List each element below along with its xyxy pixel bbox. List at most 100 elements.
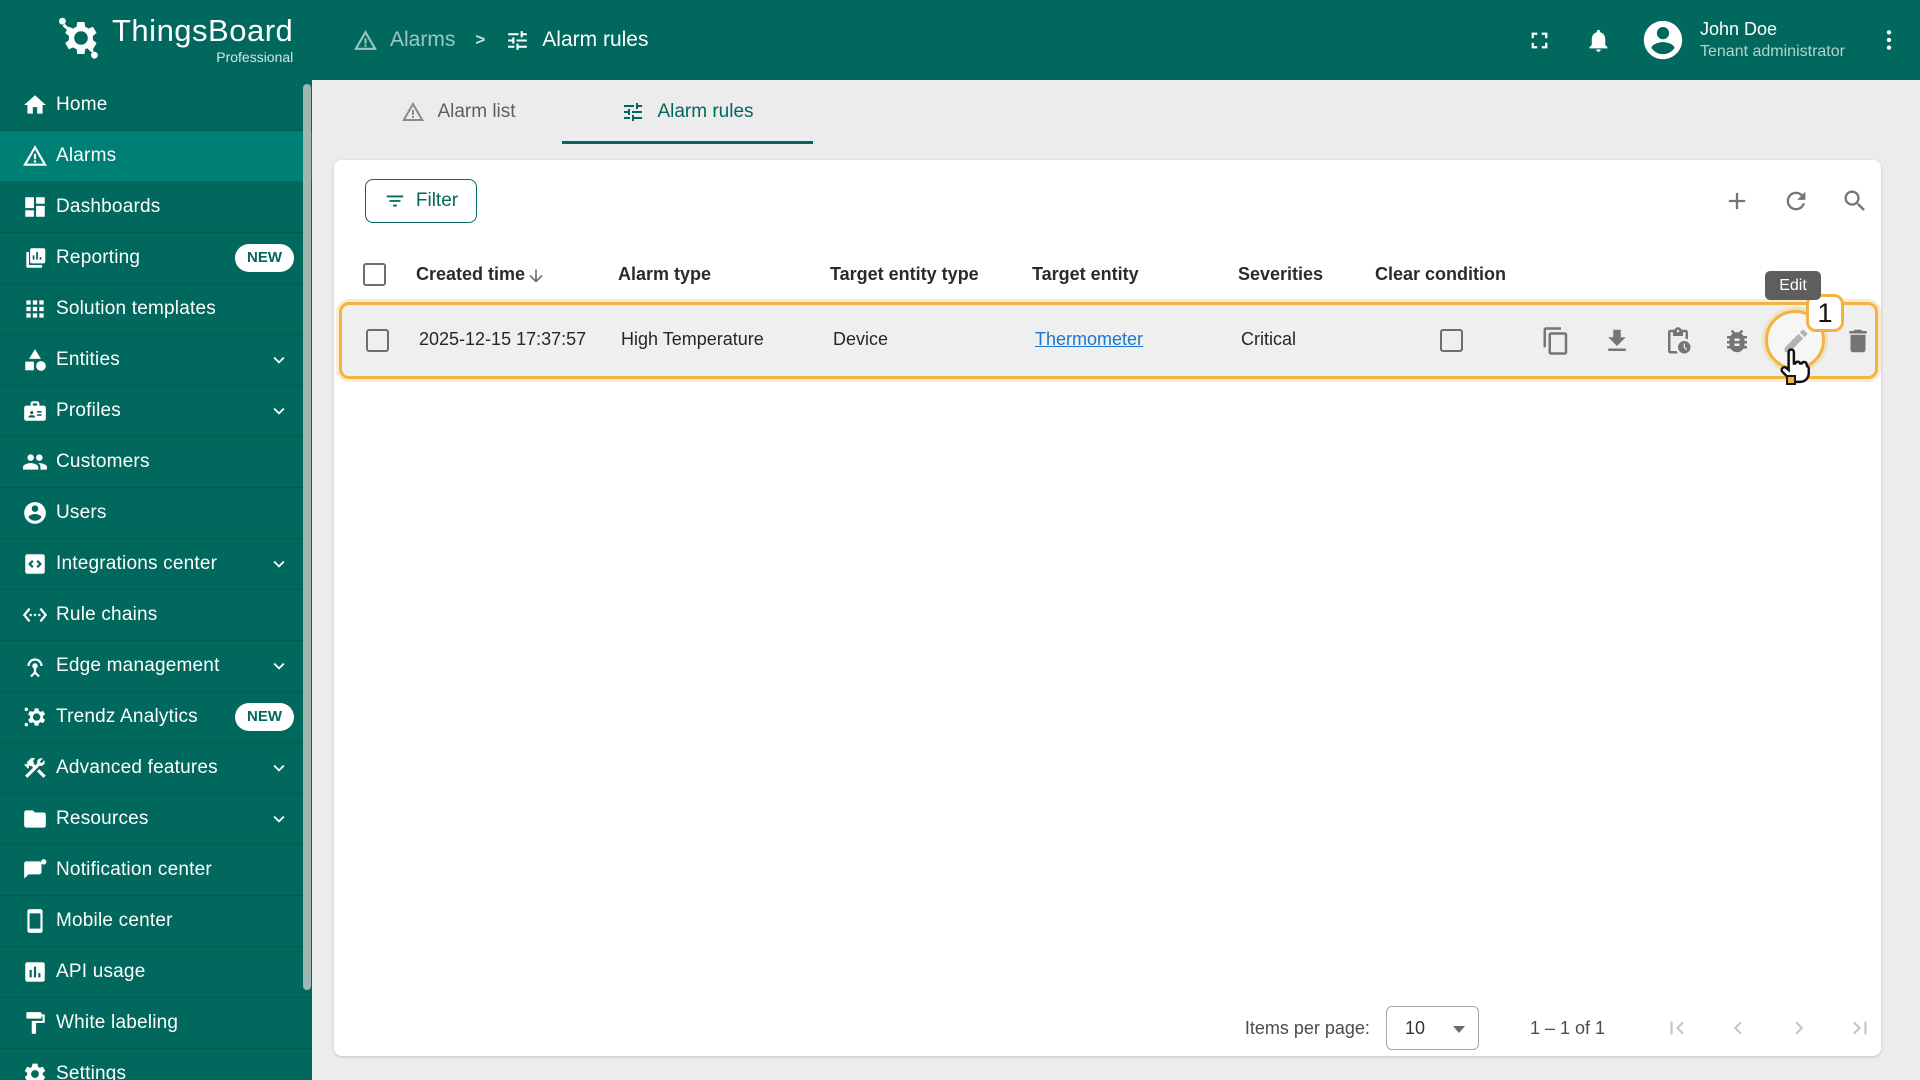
sidebar: Home Alarms Dashboards Reporting NEW Sol… (0, 80, 312, 1080)
column-header-target-entity[interactable]: Target entity (1032, 264, 1139, 285)
column-header-alarm-type[interactable]: Alarm type (618, 264, 711, 285)
filter-button[interactable]: Filter (365, 179, 477, 223)
chevron-down-icon (273, 764, 285, 772)
sidebar-item-home[interactable]: Home (0, 80, 312, 131)
sidebar-item-reporting[interactable]: Reporting NEW (0, 233, 312, 284)
user-role: Tenant administrator (1700, 43, 1845, 60)
sidebar-item-label: Rule chains (56, 604, 158, 625)
clear-condition-checkbox[interactable] (1440, 329, 1463, 352)
sidebar-item-label: Alarms (56, 145, 117, 166)
app-edition: Professional (216, 49, 294, 65)
column-header-clear-condition[interactable]: Clear condition (1375, 264, 1506, 285)
row-checkbox[interactable] (366, 329, 389, 352)
sidebar-item-label: White labeling (56, 1012, 179, 1033)
sidebar-item-alarms[interactable]: Alarms (0, 131, 312, 182)
trendz-icon (24, 707, 46, 727)
chevron-down-icon (273, 815, 285, 823)
notifications-icon[interactable] (1585, 27, 1612, 54)
select-all-checkbox[interactable] (363, 263, 386, 286)
sidebar-item-notification-center[interactable]: Notification center (0, 845, 312, 896)
sidebar-item-solution-templates[interactable]: Solution templates (0, 284, 312, 335)
sidebar-item-integrations-center[interactable]: Integrations center (0, 539, 312, 590)
copy-icon[interactable] (1541, 326, 1571, 356)
items-per-page-label: Items per page: (1244, 1017, 1370, 1038)
chevron-down-icon (273, 407, 285, 415)
sidebar-item-entities[interactable]: Entities (0, 335, 312, 386)
thingsboard-logo-icon (59, 17, 98, 59)
cell-target-entity: Thermometer (1035, 329, 1143, 350)
tune-icon (624, 103, 643, 121)
more-vert-icon[interactable] (1876, 27, 1902, 53)
column-header-target-entity-type[interactable]: Target entity type (830, 264, 979, 285)
fullscreen-icon[interactable] (1526, 27, 1553, 54)
entities-icon (25, 349, 46, 371)
sidebar-item-label: Resources (56, 808, 149, 829)
target-entity-link[interactable]: Thermometer (1035, 329, 1143, 349)
sidebar-item-mobile-center[interactable]: Mobile center (0, 896, 312, 947)
customers-icon (23, 454, 47, 470)
tab-alarm-list[interactable]: Alarm list (355, 80, 562, 144)
delete-icon[interactable] (1843, 326, 1873, 356)
tab-bar: Alarm list Alarm rules (312, 80, 1920, 144)
chevron-down-icon (273, 356, 285, 364)
refresh-icon[interactable] (1782, 187, 1810, 215)
sidebar-item-resources[interactable]: Resources (0, 794, 312, 845)
avatar-icon[interactable] (1640, 17, 1686, 63)
first-page-icon[interactable] (1664, 1015, 1690, 1041)
active-tab-indicator (562, 141, 813, 144)
breadcrumb-current: Alarm rules (542, 28, 649, 51)
sidebar-item-label: Users (56, 502, 107, 523)
dashboards-icon (25, 197, 45, 217)
chevron-down-icon (273, 662, 285, 670)
sidebar-item-rule-chains[interactable]: Rule chains (0, 590, 312, 641)
table-row[interactable]: 2025-12-15 17:37:57 High Temperature Dev… (339, 302, 1878, 379)
cell-created-time: 2025-12-15 17:37:57 (419, 329, 587, 349)
advanced-features-icon (24, 757, 46, 778)
sidebar-item-label: Mobile center (56, 910, 173, 931)
tab-label: Alarm rules (657, 101, 754, 122)
breadcrumb-parent[interactable]: Alarms (390, 28, 455, 52)
sidebar-item-advanced-features[interactable]: Advanced features (0, 743, 312, 794)
sidebar-scrollbar[interactable] (303, 84, 311, 990)
column-header-created-time[interactable]: Created time (416, 264, 525, 285)
user-info[interactable]: John Doe Tenant administrator (1700, 19, 1850, 61)
sidebar-item-dashboards[interactable]: Dashboards (0, 182, 312, 233)
select-caret-icon (1452, 1026, 1465, 1033)
debug-icon[interactable] (1722, 326, 1752, 356)
sidebar-item-customers[interactable]: Customers (0, 437, 312, 488)
sidebar-item-label: Integrations center (56, 553, 218, 574)
tab-alarm-rules[interactable]: Alarm rules (562, 80, 813, 144)
sidebar-item-label: Settings (56, 1063, 127, 1080)
next-page-icon[interactable] (1786, 1015, 1812, 1041)
api-usage-icon (25, 962, 45, 982)
download-icon[interactable] (1602, 326, 1632, 356)
cell-target-entity-type: Device (833, 329, 889, 349)
breadcrumb: Alarms > Alarm rules (353, 0, 648, 80)
warning-icon (23, 145, 47, 166)
search-icon[interactable] (1841, 187, 1869, 215)
sidebar-item-edge-management[interactable]: Edge management (0, 641, 312, 692)
sidebar-item-label: API usage (56, 961, 146, 982)
sidebar-item-settings[interactable]: Settings (0, 1049, 312, 1080)
sidebar-item-users[interactable]: Users (0, 488, 312, 539)
user-name: John Doe (1700, 19, 1778, 39)
chevron-down-icon (273, 560, 285, 568)
previous-page-icon[interactable] (1725, 1015, 1751, 1041)
sidebar-item-label: Notification center (56, 859, 212, 880)
add-icon[interactable] (1723, 187, 1751, 215)
pending-actions-icon[interactable] (1663, 326, 1693, 356)
app-logo[interactable]: ThingsBoard Professional (54, 14, 293, 65)
sidebar-item-profiles[interactable]: Profiles (0, 386, 312, 437)
apps-icon (26, 300, 44, 318)
sidebar-item-label: Entities (56, 349, 120, 370)
sidebar-item-trendz-analytics[interactable]: Trendz Analytics NEW (0, 692, 312, 743)
paginator: Items per page: 10 1 – 1 of 1 (1245, 1006, 1873, 1050)
sort-desc-icon[interactable] (526, 266, 546, 286)
column-header-severities[interactable]: Severities (1238, 264, 1323, 285)
new-badge: NEW (235, 703, 294, 731)
breadcrumb-separator: > (475, 30, 486, 49)
last-page-icon[interactable] (1847, 1015, 1873, 1041)
sidebar-item-white-labeling[interactable]: White labeling (0, 998, 312, 1049)
items-per-page-select[interactable]: 10 (1385, 1006, 1479, 1050)
sidebar-item-api-usage[interactable]: API usage (0, 947, 312, 998)
